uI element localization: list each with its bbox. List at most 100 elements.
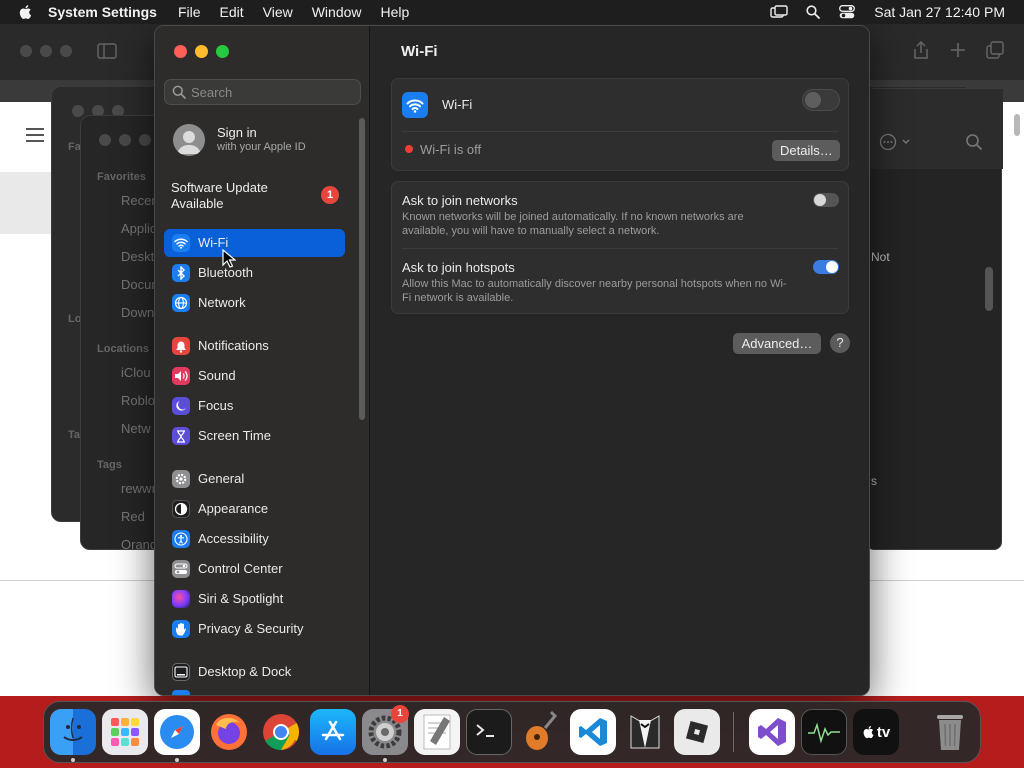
sidebar-item-siri-spotlight[interactable]: Siri & Spotlight	[164, 585, 345, 613]
menu-app-name[interactable]: System Settings	[48, 4, 157, 20]
finder-location-item: iClou	[121, 365, 151, 380]
divider	[402, 248, 838, 249]
running-indicator	[71, 758, 75, 762]
apple-id-sign-in[interactable]: Sign in with your Apple ID	[173, 124, 343, 158]
menu-file[interactable]: File	[178, 4, 201, 20]
dock-terminal[interactable]	[466, 709, 512, 755]
search-field[interactable]	[164, 79, 361, 105]
firefox-icon	[211, 714, 247, 750]
menu-help[interactable]: Help	[381, 4, 410, 20]
appearance-icon	[172, 500, 190, 518]
close-button[interactable]	[174, 45, 187, 58]
guitar-icon	[526, 710, 558, 750]
menu-view[interactable]: View	[263, 4, 293, 20]
ask-networks-description: Known networks will be joined automatica…	[402, 211, 744, 237]
zoom-button[interactable]	[216, 45, 229, 58]
ask-networks-toggle[interactable]	[813, 193, 839, 207]
ask-hotspots-description: Allow this Mac to automatically discover…	[402, 278, 787, 304]
dock: 1 tv	[43, 701, 981, 763]
dock-vscode[interactable]	[570, 709, 616, 755]
wifi-label: Wi-Fi	[442, 97, 473, 112]
sidebar-item-desktop-dock[interactable]: Desktop & Dock	[164, 658, 345, 686]
globe-icon	[172, 294, 190, 312]
wifi-toggle[interactable]	[802, 89, 840, 111]
sidebar-item-focus[interactable]: Focus	[164, 392, 345, 420]
apple-logo-icon[interactable]	[18, 4, 34, 20]
dock-garageband[interactable]	[518, 709, 564, 755]
avatar	[173, 124, 205, 156]
dock-firefox[interactable]	[206, 709, 252, 755]
running-indicator	[383, 758, 387, 762]
minimize-button[interactable]	[195, 45, 208, 58]
app-store-icon	[321, 720, 345, 741]
back-fragment-ta: Ta	[68, 429, 81, 441]
toggles-icon	[172, 560, 190, 578]
sidebar-item-wifi[interactable]: Wi-Fi	[164, 229, 345, 257]
menu-edit[interactable]: Edit	[220, 4, 244, 20]
dock-separator	[733, 712, 734, 752]
sidebar-item-label: Control Center	[198, 561, 283, 576]
finder-location-item: Netw	[121, 421, 151, 436]
sidebar-item-network[interactable]: Network	[164, 289, 345, 317]
sidebar-item-screen-time[interactable]: Screen Time	[164, 422, 345, 450]
dock-apple-tv[interactable]: tv	[853, 709, 899, 755]
sidebar-item-bluetooth[interactable]: Bluetooth	[164, 259, 345, 287]
control-center-icon[interactable]	[838, 5, 856, 19]
advanced-button[interactable]: Advanced…	[733, 333, 821, 354]
dock-activity-monitor[interactable]	[801, 709, 847, 755]
wifi-icon	[172, 234, 190, 252]
finder-item: Deskt	[121, 249, 155, 264]
sidebar-item-accessibility[interactable]: Accessibility	[164, 525, 345, 553]
sidebar-item-control-center[interactable]: Control Center	[164, 555, 345, 583]
dock-finder[interactable]	[50, 709, 96, 755]
search-input[interactable]	[191, 84, 351, 101]
window-controls	[174, 45, 229, 58]
menu-window[interactable]: Window	[312, 4, 362, 20]
ask-hotspots-title: Ask to join hotspots	[402, 260, 515, 275]
finder-tag-item: Red	[121, 509, 145, 524]
sidebar-item-general[interactable]: General	[164, 465, 345, 493]
sidebar-item-appearance[interactable]: Appearance	[164, 495, 345, 523]
next-sidebar-icon-partial	[172, 690, 190, 695]
join-options-card: Ask to join networks Known networks will…	[391, 181, 849, 314]
dock-launchpad[interactable]	[102, 709, 148, 755]
share-icon	[914, 40, 928, 59]
settings-sidebar: Sign in with your Apple ID Software Upda…	[155, 26, 370, 695]
dock-safari[interactable]	[154, 709, 200, 755]
help-button[interactable]: ?	[830, 333, 850, 353]
sidebar-scrollbar[interactable]	[359, 118, 365, 420]
screen-mirroring-icon[interactable]	[770, 5, 788, 19]
bell-icon	[172, 337, 190, 355]
ask-hotspots-toggle[interactable]	[813, 260, 839, 274]
wifi-status-text: Wi-Fi is off	[420, 142, 482, 157]
menu-clock[interactable]: Sat Jan 27 12:40 PM	[874, 4, 1005, 20]
dock-icon	[172, 663, 190, 681]
dock-visual-studio[interactable]	[749, 709, 795, 755]
hourglass-icon	[172, 427, 190, 445]
sign-in-subtitle: with your Apple ID	[217, 141, 306, 153]
wifi-card: Wi-Fi Wi-Fi is off Details…	[391, 78, 849, 171]
dock-app-store[interactable]	[310, 709, 356, 755]
sidebar-item-label: General	[198, 471, 245, 486]
sidebar-item-label: Siri & Spotlight	[198, 591, 284, 606]
right-window-fragment: Not	[871, 250, 890, 264]
sidebar-item-label: Privacy & Security	[198, 621, 304, 636]
dock-trash[interactable]	[927, 709, 973, 755]
software-update-item[interactable]: Software Update Available 1	[171, 180, 341, 214]
spotlight-search-icon[interactable]	[804, 5, 822, 19]
dock-textedit[interactable]	[414, 709, 460, 755]
software-update-label: Software Update Available	[171, 180, 268, 211]
sidebar-item-sound[interactable]: Sound	[164, 362, 345, 390]
sidebar-item-label: Notifications	[198, 338, 269, 353]
wifi-status-dot	[405, 145, 413, 153]
finder-item: Applic	[121, 221, 157, 236]
sidebar-item-privacy-security[interactable]: Privacy & Security	[164, 615, 345, 643]
dock-roblox[interactable]	[674, 709, 720, 755]
activity-graph-icon	[808, 722, 840, 744]
dock-chrome[interactable]	[258, 709, 304, 755]
trash-icon	[937, 715, 963, 750]
details-button[interactable]: Details…	[772, 140, 840, 161]
new-tab-icon	[951, 43, 965, 57]
sidebar-item-notifications[interactable]: Notifications	[164, 332, 345, 360]
dock-tuxedo-app[interactable]	[622, 709, 668, 755]
